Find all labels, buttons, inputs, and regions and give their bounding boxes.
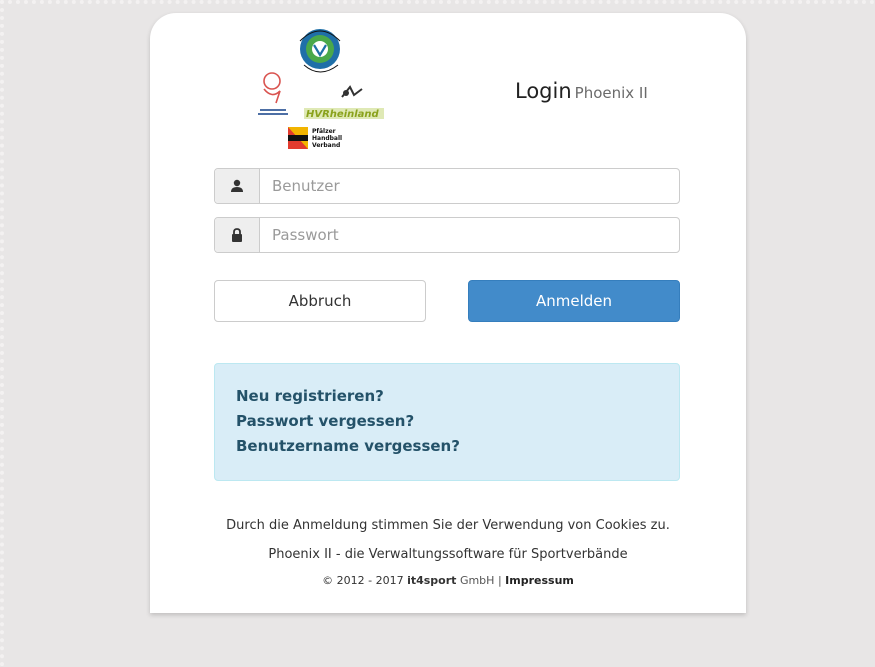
username-input[interactable] (260, 169, 679, 203)
login-heading: Login (515, 79, 572, 103)
copyright-text: © 2012 - 2017 (322, 574, 404, 587)
footer-separator: | (497, 574, 502, 587)
password-input[interactable] (260, 218, 679, 252)
username-field-group (214, 168, 680, 204)
cookie-notice: Durch die Anmeldung stimmen Sie der Verw… (226, 518, 670, 533)
account-help-box: Neu registrieren? Passwort vergessen? Be… (214, 363, 680, 481)
lock-icon (215, 218, 260, 252)
page-title: Login Phoenix II (515, 79, 648, 103)
hv-rheinland-logo-icon: HVRheinland (304, 85, 384, 120)
password-field-group (214, 217, 680, 253)
product-tagline: Phoenix II - die Verwaltungssoftware für… (268, 547, 628, 562)
svg-text:Pfälzer: Pfälzer (312, 128, 336, 135)
company-brand: it4sport (407, 574, 457, 587)
svg-text:HVRheinland: HVRheinland (306, 109, 380, 120)
user-icon (215, 169, 260, 203)
imprint-link[interactable]: Impressum (505, 574, 574, 587)
company-suffix: GmbH (459, 574, 495, 587)
svg-text:Verband: Verband (312, 142, 340, 149)
app-name: Phoenix II (574, 84, 648, 102)
forgot-password-link[interactable]: Passwort vergessen? (236, 409, 658, 434)
login-button[interactable]: Anmelden (468, 280, 680, 322)
association-logos: HVRheinland Pfälzer Handball Verband (258, 29, 384, 149)
hv-rheinhessen-logo-icon (299, 29, 341, 73)
register-link[interactable]: Neu registrieren? (236, 384, 658, 409)
forgot-username-link[interactable]: Benutzername vergessen? (236, 434, 658, 459)
login-card: HVRheinland Pfälzer Handball Verband Log… (150, 13, 746, 613)
handball-saar-logo-icon (258, 72, 288, 115)
copyright-line: © 2012 - 2017 it4sport GmbH | Impressum (150, 574, 746, 587)
svg-text:Handball: Handball (312, 135, 342, 142)
cancel-button[interactable]: Abbruch (214, 280, 426, 322)
pfaelzer-handball-logo-icon: Pfälzer Handball Verband (288, 127, 342, 149)
